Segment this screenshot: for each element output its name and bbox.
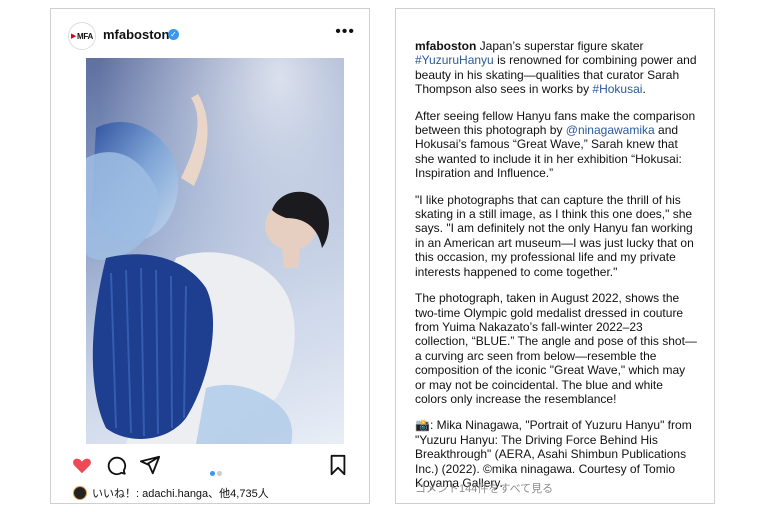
view-all-comments-link[interactable]: コメント144件をすべて見る: [415, 480, 553, 496]
caption-paragraph-3: "I like photographs that can capture the…: [415, 192, 694, 279]
photo-illustration: [86, 58, 344, 444]
caption-paragraph-2: After seeing fellow Hanyu fans make the …: [415, 109, 698, 181]
caption-card: mfaboston Japan’s superstar figure skate…: [395, 8, 715, 504]
carousel-dot-active: [210, 471, 215, 476]
logo-triangle-icon: ▶: [70, 33, 77, 40]
post-caption: mfaboston Japan’s superstar figure skate…: [415, 39, 698, 502]
caption-paragraph-1: mfaboston Japan’s superstar figure skate…: [415, 39, 698, 97]
verified-badge-icon: ✓: [168, 29, 179, 40]
caption-text: Japan’s superstar figure skater: [476, 39, 644, 53]
account-avatar[interactable]: ▶ MFA: [68, 22, 96, 50]
post-photo[interactable]: 👤: [86, 58, 344, 444]
caption-paragraph-4: The photograph, taken in August 2022, sh…: [415, 291, 697, 406]
share-icon[interactable]: [139, 454, 161, 476]
comment-icon[interactable]: [105, 454, 127, 476]
heart-icon[interactable]: [71, 454, 93, 476]
caption-username[interactable]: mfaboston: [415, 39, 476, 53]
hashtag-link[interactable]: #Hokusai: [592, 82, 642, 96]
more-options-icon[interactable]: •••: [335, 23, 355, 41]
bookmark-icon[interactable]: [327, 454, 349, 476]
logo-text: MFA: [77, 31, 94, 41]
likes-text: いいね！: adachi.hanga、他4,735人: [92, 488, 269, 500]
post-header: ▶ MFA mfaboston ✓ •••: [51, 9, 369, 59]
hashtag-link[interactable]: #YuzuruHanyu: [415, 53, 494, 67]
likes-summary[interactable]: いいね！: adachi.hanga、他4,735人: [73, 485, 269, 501]
liker-avatar: [73, 486, 87, 500]
mention-link[interactable]: @ninagawamika: [566, 123, 655, 137]
caption-text: .: [642, 82, 646, 97]
carousel-indicator: [209, 463, 223, 481]
instagram-post-card: ▶ MFA mfaboston ✓ ••• いいね！: adachi.hanga…: [50, 8, 370, 504]
carousel-dot: [217, 471, 222, 476]
account-username[interactable]: mfaboston: [103, 27, 169, 42]
post-actions: [51, 454, 369, 480]
